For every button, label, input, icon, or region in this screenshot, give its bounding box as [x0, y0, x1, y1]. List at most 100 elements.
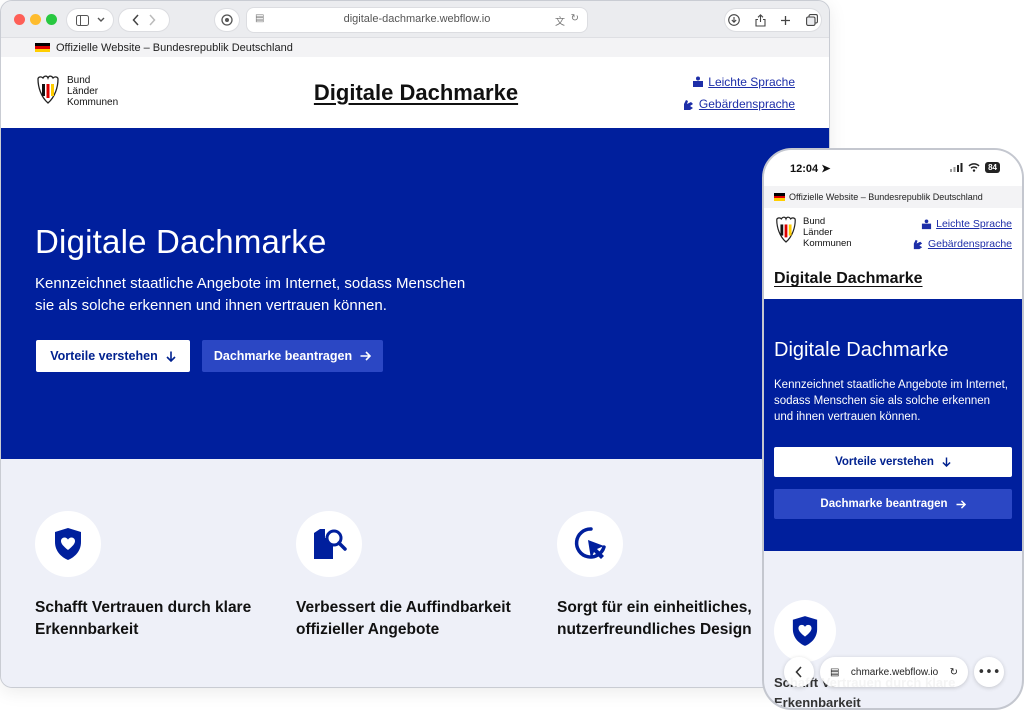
bund-laender-kommunen-logo[interactable]: Bund Länder Kommunen — [774, 216, 852, 249]
feature-trust — [774, 600, 836, 662]
sidebar-icon — [75, 14, 89, 26]
hero-title: Digitale Dachmarke — [774, 339, 949, 361]
features-section: Schafft Vertrauen durch klare Erkennbark… — [1, 459, 829, 687]
hero-title: Digitale Dachmarke — [35, 223, 327, 260]
maximize-window-button[interactable] — [46, 14, 57, 25]
feature-text: Schafft Vertrauen durch klare Erkennbark… — [35, 599, 252, 638]
hero-description: Kennzeichnet staatliche Angebote im Inte… — [774, 379, 1008, 423]
apply-button[interactable]: Dachmarke beantragen — [202, 340, 383, 372]
translate-icon[interactable]: 文 — [555, 13, 565, 28]
benefits-button-label: Vorteile verstehen — [835, 456, 934, 468]
arrow-down-icon — [942, 457, 951, 467]
new-tab-icon[interactable] — [780, 15, 791, 26]
official-website-bar: Offizielle Website – Bundesrepublik Deut… — [1, 38, 829, 57]
site-title-link[interactable]: Digitale Dachmarke — [774, 270, 923, 288]
arrow-down-icon — [166, 351, 176, 362]
benefits-button[interactable]: Vorteile verstehen — [774, 447, 1012, 477]
shield-heart-icon — [55, 528, 81, 560]
german-flag-icon — [35, 42, 50, 53]
share-icon[interactable] — [755, 13, 766, 27]
document-search-icon — [314, 529, 347, 559]
feature-trust: Schafft Vertrauen durch klare Erkennbark… — [35, 511, 265, 641]
arrow-right-icon — [360, 351, 372, 361]
hero-description: Kennzeichnet staatliche Angebote im Inte… — [35, 275, 466, 314]
phone-status-bar: 12:04 ➤ 84 — [764, 150, 1022, 186]
signal-icon — [950, 163, 963, 172]
site-header: Bund Länder Kommunen Leichte Sprache Geb… — [764, 208, 1022, 299]
sign-language-label: Gebärdensprache — [927, 238, 1012, 250]
benefits-button-label: Vorteile verstehen — [50, 349, 158, 363]
sign-language-link[interactable]: Gebärdensprache — [912, 238, 1012, 250]
close-window-button[interactable] — [14, 14, 25, 25]
tab-overview-icon[interactable] — [805, 14, 818, 26]
benefits-button[interactable]: Vorteile verstehen — [36, 340, 190, 372]
mobile-browser-bar: ▤ chmarke.webflow.io ↻ ••• — [784, 655, 1004, 689]
apply-button-label: Dachmarke beantragen — [213, 349, 353, 363]
hero-section: Digitale Dachmarke Kennzeichnet staatlic… — [764, 299, 1022, 551]
easy-language-icon — [693, 76, 704, 87]
feature-icon-circle — [774, 600, 836, 662]
download-icon[interactable] — [728, 14, 741, 26]
desktop-browser-window: ▤ digitale-dachmarke.webflow.io 文 ↻ Offi… — [0, 0, 830, 688]
chevron-down-icon — [97, 17, 104, 22]
site-header: Bund Länder Kommunen Digitale Dachmarke … — [1, 57, 829, 128]
minimize-window-button[interactable] — [30, 14, 41, 25]
sign-language-icon — [683, 99, 693, 110]
easy-language-icon — [922, 218, 932, 229]
easy-language-label: Leichte Sprache — [708, 75, 795, 89]
easy-language-link[interactable]: Leichte Sprache — [921, 218, 1012, 230]
feature-findability: Verbessert die Auffindbarkeit offizielle… — [296, 511, 526, 641]
official-website-text: Offizielle Website – Bundesrepublik Deut… — [56, 41, 293, 54]
mobile-url-text: chmarke.webflow.io — [850, 666, 939, 678]
mobile-back-button[interactable] — [784, 657, 814, 687]
apply-button[interactable]: Dachmarke beantragen — [774, 489, 1012, 519]
sign-language-link[interactable]: Gebärdensprache — [682, 97, 795, 111]
logo-line-kommunen: Kommunen — [803, 238, 852, 249]
history-navigation — [119, 9, 169, 31]
sign-language-icon — [913, 239, 923, 250]
hero-section: Digitale Dachmarke Kennzeichnet staatlic… — [1, 128, 829, 459]
eagle-logo-icon — [776, 216, 796, 243]
wifi-icon — [968, 163, 980, 172]
official-website-bar: Offizielle Website – Bundesrepublik Deut… — [764, 186, 1022, 208]
german-flag-icon — [774, 193, 785, 202]
easy-language-label: Leichte Sprache — [936, 218, 1012, 230]
privacy-report-button[interactable] — [215, 9, 239, 31]
apply-button-label: Dachmarke beantragen — [820, 498, 948, 510]
feature-icon-circle — [557, 511, 623, 577]
feature-text: Sorgt für ein einheitliches, nutzerfreun… — [557, 599, 752, 638]
official-website-text: Offizielle Website – Bundesrepublik Deut… — [789, 192, 983, 202]
forward-icon[interactable] — [148, 14, 156, 26]
feature-icon-circle — [296, 511, 362, 577]
arrow-right-icon — [956, 499, 966, 509]
page-menu-icon[interactable]: ▤ — [830, 667, 839, 678]
mobile-phone-frame: 12:04 ➤ 84 Offizielle Website – Bundesre… — [762, 148, 1024, 710]
reload-icon[interactable]: ↻ — [571, 13, 579, 24]
feature-icon-circle — [35, 511, 101, 577]
mobile-address-bar[interactable]: ▤ chmarke.webflow.io ↻ — [820, 657, 968, 687]
feature-design: Sorgt für ein einheitliches, nutzerfreun… — [557, 511, 787, 641]
back-icon — [795, 666, 802, 678]
logo-line-laender: Länder — [803, 227, 833, 238]
reload-icon[interactable]: ↻ — [950, 667, 958, 678]
more-options-button[interactable]: ••• — [974, 657, 1004, 687]
status-time-text: 12:04 — [790, 163, 819, 175]
privacy-shield-icon — [221, 14, 233, 26]
location-arrow-icon: ➤ — [821, 163, 831, 175]
address-bar[interactable]: ▤ digitale-dachmarke.webflow.io 文 ↻ — [247, 8, 587, 32]
browser-actions — [725, 9, 821, 31]
cursor-click-icon — [574, 527, 606, 559]
easy-language-link[interactable]: Leichte Sprache — [692, 75, 795, 89]
battery-indicator: 84 — [985, 162, 1000, 173]
status-indicators: 84 — [950, 162, 1000, 173]
shield-heart-icon — [792, 616, 818, 646]
browser-toolbar: ▤ digitale-dachmarke.webflow.io 文 ↻ — [1, 1, 829, 38]
sidebar-toggle-button[interactable] — [67, 9, 113, 31]
url-text: digitale-dachmarke.webflow.io — [343, 13, 491, 25]
more-dots-icon: ••• — [977, 664, 1001, 680]
sign-language-label: Gebärdensprache — [698, 97, 795, 111]
status-time: 12:04 ➤ — [790, 162, 830, 175]
logo-wordmark: Bund Länder Kommunen — [803, 216, 852, 249]
back-icon[interactable] — [132, 14, 140, 26]
logo-line-bund: Bund — [803, 216, 826, 227]
